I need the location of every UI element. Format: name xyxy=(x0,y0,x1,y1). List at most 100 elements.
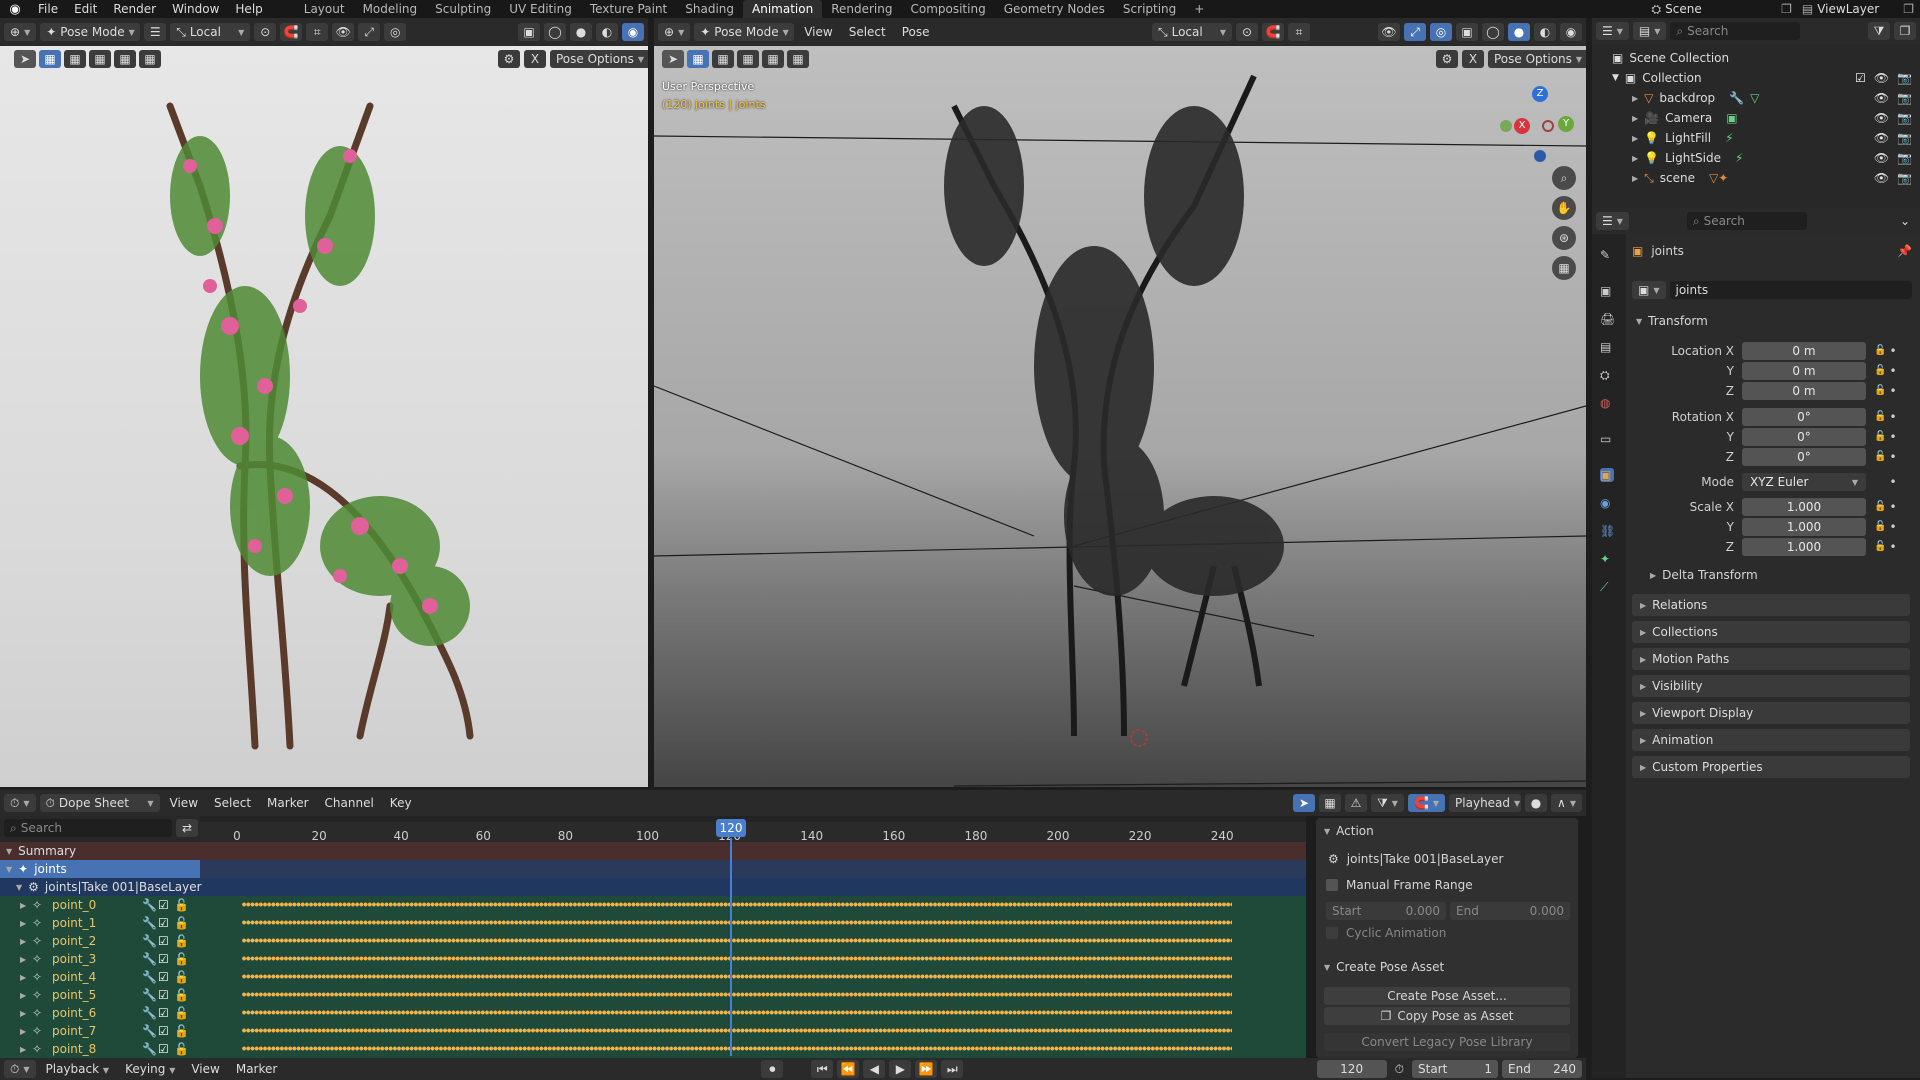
lock-icon[interactable]: 🔓 xyxy=(1874,541,1888,553)
eye-icon[interactable]: 👁 xyxy=(1874,111,1889,125)
editor-type-button-right[interactable]: ⊕ ▼ xyxy=(658,23,691,41)
scene-tab-icon[interactable]: ⛭ xyxy=(1600,368,1614,382)
keyframe-dot-icon[interactable]: • xyxy=(1888,384,1898,398)
modifier-icon[interactable]: 🔧 xyxy=(142,916,158,930)
keyframe-strip[interactable] xyxy=(242,901,1232,908)
bone-channel-row[interactable]: ▶ ✧ point_1 🔧 ☑ 🔓 xyxy=(0,914,200,932)
timeline-menu-marker[interactable]: Marker xyxy=(230,1062,283,1076)
camera-render-icon[interactable]: 📷 xyxy=(1897,71,1912,85)
outliner-search-input[interactable]: ⌕ Search xyxy=(1670,22,1801,40)
timeline-menu-playback[interactable]: Playback ▼ xyxy=(40,1062,116,1076)
lock-icon[interactable]: 🔓 xyxy=(1874,451,1888,463)
mode-selector-right[interactable]: ✦ Pose Mode ▼ xyxy=(694,23,795,41)
keyframe-strip[interactable] xyxy=(242,1045,1232,1052)
gizmo-neg-y-icon[interactable] xyxy=(1500,120,1512,132)
bone-channel-row[interactable]: ▶ ✧ point_4 🔧 ☑ 🔓 xyxy=(0,968,200,986)
bone-channel-row[interactable]: ▶ ✧ point_0 🔧 ☑ 🔓 xyxy=(0,896,200,914)
scale-x-field[interactable]: 1.000 xyxy=(1742,498,1866,516)
menu-edit[interactable]: Edit xyxy=(66,0,105,18)
channel-checkbox-icon[interactable]: ☑ xyxy=(158,1024,174,1038)
collection-row[interactable]: ▼ ▣ Collection ☑ 👁 📷 xyxy=(1612,68,1912,88)
cyclic-animation-row[interactable]: Cyclic Animation xyxy=(1326,926,1446,940)
rendered-viewport[interactable]: ➤ ▦ ▦ ▦ ▦ ▦ ⚙ X Pose Options ▼ xyxy=(0,46,648,787)
lock-icon[interactable]: 🔓 xyxy=(174,1006,190,1020)
action-label-row[interactable]: ▼ ⚙ joints|Take 001|BaseLayer xyxy=(16,878,202,896)
menu-help[interactable]: Help xyxy=(227,0,270,18)
physics-tab-icon[interactable]: ◉ xyxy=(1600,496,1614,510)
new-collection-icon[interactable]: ❐ xyxy=(1894,22,1916,40)
bone-channel-row[interactable]: ▶ ✧ point_5 🔧 ☑ 🔓 xyxy=(0,986,200,1004)
lock-icon[interactable]: 🔓 xyxy=(1874,345,1888,357)
gizmo-x-axis[interactable]: X xyxy=(1514,118,1530,134)
lock-icon[interactable]: 🔓 xyxy=(174,970,190,984)
tab-scripting[interactable]: Scripting xyxy=(1114,0,1185,18)
keyframe-strip[interactable] xyxy=(242,973,1232,980)
channel-checkbox-icon[interactable]: ☑ xyxy=(158,988,174,1002)
scene-selector[interactable]: Scene xyxy=(1665,2,1775,16)
channel-checkbox-icon[interactable]: ☑ xyxy=(158,952,174,966)
outliner-item-lightside[interactable]: ▶ 💡 LightSide ⚡ 👁 📷 xyxy=(1632,148,1912,168)
outliner-editor-type[interactable]: ☰ ▼ xyxy=(1596,22,1629,40)
dopesheet-menu-marker[interactable]: Marker xyxy=(261,796,314,810)
create-pose-asset-header[interactable]: ▼ Create Pose Asset xyxy=(1324,960,1444,974)
keyframe-dot-icon[interactable]: • xyxy=(1888,364,1898,378)
perspective-toggle-icon[interactable]: ▦ xyxy=(1552,256,1576,280)
zoom-icon[interactable]: ⌕ xyxy=(1552,166,1576,190)
camera-render-icon[interactable]: 📷 xyxy=(1897,111,1912,125)
outliner-item-backdrop[interactable]: ▶ ▽ backdrop 🔧 ▽ 👁 📷 xyxy=(1632,88,1912,108)
outliner-item-lightfill[interactable]: ▶ 💡 LightFill ⚡ 👁 📷 xyxy=(1632,128,1912,148)
scale-z-field[interactable]: 1.000 xyxy=(1742,538,1866,556)
rotation-x-field[interactable]: 0° xyxy=(1742,408,1866,426)
tab-layout[interactable]: Layout xyxy=(295,0,354,18)
camera-render-icon[interactable]: 📷 xyxy=(1897,151,1912,165)
swap-icon[interactable]: ⇄ xyxy=(176,819,198,837)
wireframe-shading-icon-right[interactable]: ◯ xyxy=(1482,23,1504,41)
camera-render-icon[interactable]: 📷 xyxy=(1897,91,1912,105)
outliner-item-scene[interactable]: ▶ ⤡ scene ▽✦ 👁 📷 xyxy=(1632,168,1912,188)
tab-compositing[interactable]: Compositing xyxy=(901,0,994,18)
bone-channel-row[interactable]: ▶ ✧ point_6 🔧 ☑ 🔓 xyxy=(0,1004,200,1022)
keyframe-dot-icon[interactable]: • xyxy=(1888,410,1898,424)
location-x-field[interactable]: 0 m xyxy=(1742,342,1866,360)
visibility-panel[interactable]: ▶ Visibility xyxy=(1632,675,1910,697)
lock-icon[interactable]: 🔓 xyxy=(1874,365,1888,377)
eye-icon[interactable]: 👁 xyxy=(1874,131,1889,145)
solid-shading-icon[interactable]: ● xyxy=(570,23,592,41)
proportional-edit-icon[interactable]: ● xyxy=(1525,794,1548,812)
modifier-icon[interactable]: 🔧 xyxy=(142,1024,158,1038)
gizmo-icon-right[interactable]: ⤢ xyxy=(1404,23,1426,41)
material-shading-icon[interactable]: ◐ xyxy=(596,23,618,41)
lock-icon[interactable]: 🔓 xyxy=(174,934,190,948)
expand-chevron-icon[interactable]: ▶ xyxy=(1632,154,1638,163)
keyframe-strip[interactable] xyxy=(242,919,1232,926)
current-frame-field[interactable]: 120 xyxy=(1316,1060,1387,1078)
expand-chevron-icon[interactable]: ▼ xyxy=(1612,73,1619,83)
keyframe-dot-icon[interactable]: • xyxy=(1888,430,1898,444)
datablock-browse-icon[interactable]: ▣ ▼ xyxy=(1632,281,1666,299)
editor-type-button[interactable]: ⊕ ▼ xyxy=(4,23,37,41)
orientation-selector-right[interactable]: ⤡ Local ▼ xyxy=(1152,23,1232,41)
manual-frame-range-row[interactable]: Manual Frame Range xyxy=(1326,878,1473,892)
summary-row[interactable] xyxy=(0,842,1306,860)
channel-checkbox-icon[interactable]: ☑ xyxy=(158,934,174,948)
menu-view[interactable]: View xyxy=(798,25,838,39)
location-z-field[interactable]: 0 m xyxy=(1742,382,1866,400)
keyframe-dot-icon[interactable]: • xyxy=(1888,520,1898,534)
new-scene-icon[interactable]: ❐ xyxy=(1775,2,1798,16)
start-frame-field[interactable]: Start 1 xyxy=(1412,1060,1498,1078)
camera-render-icon[interactable]: 📷 xyxy=(1897,171,1912,185)
properties-options-icon[interactable]: ⌄ xyxy=(1894,212,1916,230)
bone-channel-row[interactable]: ▶ ✧ point_8 🔧 ☑ 🔓 xyxy=(0,1040,200,1058)
channel-checkbox-icon[interactable]: ☑ xyxy=(158,1042,174,1056)
tab-geometry-nodes[interactable]: Geometry Nodes xyxy=(995,0,1114,18)
menu-file[interactable]: File xyxy=(30,0,66,18)
expand-chevron-icon[interactable]: ▶ xyxy=(1632,94,1638,103)
keyframe-strip[interactable] xyxy=(242,955,1232,962)
transform-panel-header[interactable]: ▼ Transform xyxy=(1636,314,1708,328)
tab-texture-paint[interactable]: Texture Paint xyxy=(581,0,676,18)
constraints-tab-icon[interactable]: ⛓ xyxy=(1600,524,1615,538)
output-tab-icon[interactable]: 🖨 xyxy=(1600,312,1615,326)
modifier-icon[interactable]: 🔧 xyxy=(142,970,158,984)
tab-rendering[interactable]: Rendering xyxy=(822,0,901,18)
keyframe-strip[interactable] xyxy=(242,991,1232,998)
